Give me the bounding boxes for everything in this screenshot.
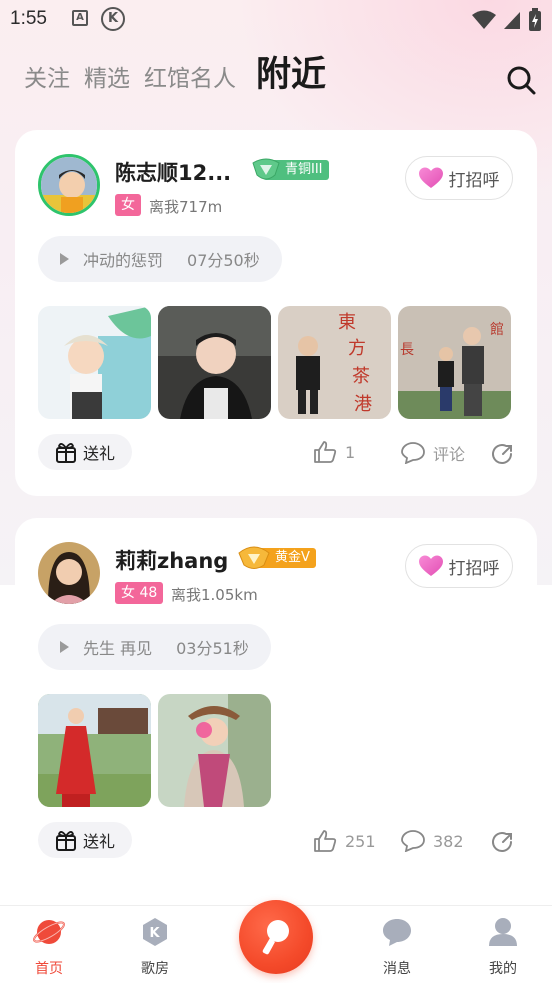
wifi-icon bbox=[472, 10, 496, 29]
post-photo[interactable]: 東 方 茶 港 bbox=[278, 306, 391, 419]
comment-icon bbox=[401, 442, 425, 464]
thumbs-up-icon bbox=[314, 441, 337, 463]
tab-celebrities[interactable]: 红馆名人 bbox=[144, 68, 236, 93]
tab-featured[interactable]: 精选 bbox=[84, 68, 130, 93]
svg-text:K: K bbox=[150, 926, 161, 941]
person-icon bbox=[489, 918, 517, 946]
send-gift-button[interactable]: 送礼 bbox=[38, 822, 132, 858]
svg-text:館: 館 bbox=[490, 321, 504, 338]
nav-item-messages[interactable]: 消息 bbox=[357, 916, 437, 978]
status-indicators bbox=[472, 8, 542, 32]
status-time: 1:55 bbox=[10, 8, 47, 29]
greet-label: 打招呼 bbox=[448, 170, 500, 191]
avatar[interactable] bbox=[38, 154, 100, 216]
avatar[interactable] bbox=[38, 542, 100, 604]
heart-icon bbox=[418, 167, 443, 188]
k-room-icon: K bbox=[143, 918, 167, 946]
feed-tabs: 关注 精选 红馆名人 附近 bbox=[24, 58, 340, 93]
post-photo[interactable] bbox=[38, 694, 151, 807]
user-name[interactable]: 陈志顺12... bbox=[115, 157, 231, 187]
tab-follow[interactable]: 关注 bbox=[24, 68, 70, 93]
gift-label: 送礼 bbox=[82, 832, 115, 851]
chat-bubble-icon bbox=[383, 919, 411, 946]
voice-clip[interactable]: 冲动的惩罚 07分50秒 bbox=[38, 236, 282, 282]
signal-icon bbox=[504, 12, 520, 29]
distance-label: 离我717m bbox=[149, 198, 223, 216]
gender-badge: 女 48 bbox=[115, 582, 164, 604]
voice-clip[interactable]: 先生 再见 03分51秒 bbox=[38, 624, 271, 670]
voice-duration: 03分51秒 bbox=[176, 639, 249, 658]
play-icon bbox=[60, 253, 69, 265]
greet-button[interactable]: 打招呼 bbox=[405, 544, 513, 588]
nav-label: 歌房 bbox=[141, 961, 169, 977]
voice-title: 冲动的惩罚 bbox=[83, 251, 164, 270]
nav-label: 消息 bbox=[383, 961, 411, 977]
planet-icon bbox=[33, 920, 65, 944]
tab-nearby[interactable]: 附近 bbox=[256, 58, 326, 93]
svg-text:方: 方 bbox=[348, 338, 366, 359]
greet-button[interactable]: 打招呼 bbox=[405, 156, 513, 200]
heart-icon bbox=[418, 555, 443, 576]
svg-text:茶: 茶 bbox=[352, 366, 370, 387]
like-count: 1 bbox=[345, 442, 356, 462]
play-icon bbox=[60, 641, 69, 653]
microphone-icon bbox=[262, 920, 289, 955]
voice-duration: 07分50秒 bbox=[187, 251, 260, 270]
post-card[interactable]: 陈志顺12... 青铜III 女 离我717m 打招呼 冲动的惩罚 07分50秒 bbox=[15, 130, 537, 496]
notification-a-icon: A bbox=[72, 10, 88, 26]
post-card[interactable]: 莉莉zhang 黄金V 女 48 离我1.05km 打招呼 先生 再见 03分5… bbox=[15, 518, 537, 888]
gender-badge: 女 bbox=[115, 194, 141, 216]
post-photo[interactable] bbox=[158, 306, 271, 419]
nav-item-song-room[interactable]: K 歌房 bbox=[115, 916, 195, 978]
gold-medal-icon bbox=[238, 546, 270, 569]
gift-label: 送礼 bbox=[82, 444, 115, 463]
status-bar: 1:55 A K bbox=[0, 0, 552, 40]
nav-label: 我的 bbox=[489, 961, 517, 977]
comment-count: 382 bbox=[433, 831, 464, 851]
post-photo[interactable] bbox=[158, 694, 271, 807]
share-icon[interactable] bbox=[491, 442, 515, 466]
comment-label: 评论 bbox=[433, 445, 466, 464]
like-button[interactable]: 251 bbox=[313, 830, 376, 852]
send-gift-button[interactable]: 送礼 bbox=[38, 434, 132, 470]
voice-title: 先生 再见 bbox=[83, 639, 153, 658]
gift-icon bbox=[55, 831, 76, 851]
post-photo[interactable] bbox=[38, 306, 151, 419]
post-photo[interactable]: 長 館 bbox=[398, 306, 511, 419]
bronze-medal-icon bbox=[252, 158, 280, 180]
user-name[interactable]: 莉莉zhang bbox=[115, 545, 228, 575]
nav-item-home[interactable]: 首页 bbox=[9, 916, 89, 978]
share-icon[interactable] bbox=[491, 830, 515, 854]
svg-text:港: 港 bbox=[354, 394, 372, 415]
battery-charging-icon bbox=[529, 8, 541, 31]
rank-badge: 青铜III bbox=[251, 158, 329, 181]
notification-k-icon: K bbox=[101, 7, 125, 31]
svg-text:長: 長 bbox=[400, 342, 414, 358]
comment-button[interactable]: 382 bbox=[401, 830, 464, 852]
comment-button[interactable]: 评论 bbox=[401, 441, 465, 465]
like-button[interactable]: 1 bbox=[313, 441, 355, 463]
gift-icon bbox=[55, 443, 76, 463]
thumbs-up-icon bbox=[314, 830, 337, 852]
greet-label: 打招呼 bbox=[448, 558, 500, 579]
rank-badge: 黄金V bbox=[237, 546, 316, 569]
nav-item-profile[interactable]: 我的 bbox=[463, 916, 543, 978]
search-icon[interactable] bbox=[505, 64, 537, 96]
comment-icon bbox=[401, 830, 425, 852]
like-count: 251 bbox=[345, 831, 376, 851]
nav-label: 首页 bbox=[35, 961, 63, 977]
sing-button[interactable] bbox=[239, 900, 313, 974]
svg-text:東: 東 bbox=[338, 312, 356, 333]
distance-label: 离我1.05km bbox=[171, 586, 258, 604]
